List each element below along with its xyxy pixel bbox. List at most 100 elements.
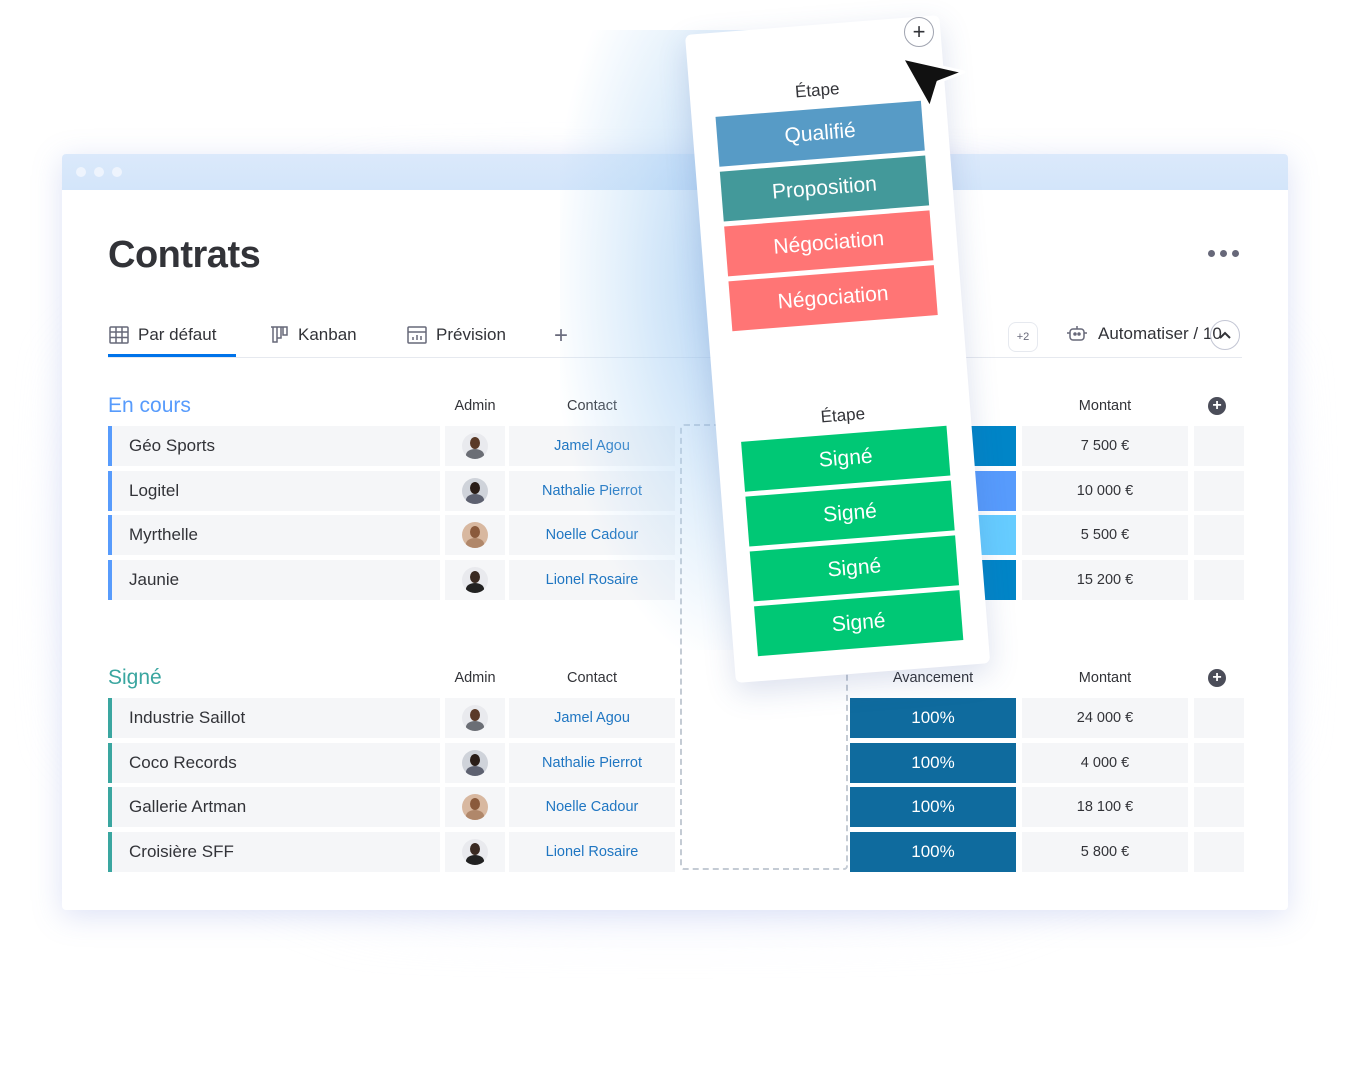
more-options-button[interactable] bbox=[1208, 250, 1239, 257]
group-title[interactable]: Signé bbox=[108, 666, 162, 690]
stage-label[interactable]: Signé bbox=[745, 480, 955, 547]
empty-cell[interactable] bbox=[1194, 787, 1244, 827]
stage-label[interactable]: Qualifié bbox=[715, 100, 925, 167]
contact-link[interactable]: Noelle Cadour bbox=[509, 787, 675, 827]
admin-cell[interactable] bbox=[445, 742, 505, 783]
empty-cell[interactable] bbox=[1194, 426, 1244, 466]
amount-cell[interactable]: 5 500 € bbox=[1022, 515, 1188, 555]
item-name-cell[interactable]: Coco Records bbox=[108, 742, 440, 783]
extra-members-badge[interactable]: +2 bbox=[1008, 322, 1038, 352]
table-row[interactable]: Géo Sports Jamel Agou 7 500 € bbox=[108, 426, 1244, 466]
amount-cell[interactable]: 4 000 € bbox=[1022, 742, 1188, 783]
amount-cell[interactable]: 5 800 € bbox=[1022, 831, 1188, 872]
table-row[interactable]: Gallerie Artman Noelle Cadour 100% 18 100 € bbox=[108, 787, 1244, 827]
progress-cell[interactable]: 100% bbox=[850, 742, 1016, 783]
avatar[interactable] bbox=[462, 705, 488, 731]
avatar[interactable] bbox=[462, 838, 488, 865]
item-name-cell[interactable]: Croisière SFF bbox=[108, 831, 440, 872]
admin-cell[interactable] bbox=[445, 787, 505, 827]
column-header-contact: Contact bbox=[567, 670, 617, 686]
amount-cell[interactable]: 18 100 € bbox=[1022, 787, 1188, 827]
amount-cell[interactable]: 15 200 € bbox=[1022, 559, 1188, 600]
avatar[interactable] bbox=[462, 566, 488, 593]
window-dot bbox=[112, 167, 122, 177]
stage-label[interactable]: Signé bbox=[749, 535, 960, 602]
item-name-cell[interactable]: Gallerie Artman bbox=[108, 787, 440, 827]
column-header-admin: Admin bbox=[454, 398, 496, 414]
amount-cell[interactable]: 7 500 € bbox=[1022, 426, 1188, 466]
contact-link[interactable]: Lionel Rosaire bbox=[509, 559, 675, 600]
avatar-head bbox=[470, 570, 480, 583]
amount-cell[interactable]: 24 000 € bbox=[1022, 698, 1188, 738]
contact-link[interactable]: Nathalie Pierrot bbox=[509, 742, 675, 783]
stage-label[interactable]: Négociation bbox=[728, 265, 938, 332]
progress-cell[interactable]: 100% bbox=[850, 698, 1016, 738]
item-name-cell[interactable]: Géo Sports bbox=[108, 426, 440, 466]
tab-label: Par défaut bbox=[138, 325, 217, 344]
avatar-head bbox=[470, 798, 480, 810]
more-horizontal-icon bbox=[1208, 250, 1215, 257]
empty-cell[interactable] bbox=[1194, 559, 1244, 600]
admin-cell[interactable] bbox=[445, 698, 505, 738]
admin-cell[interactable] bbox=[445, 515, 505, 555]
app-window: Contrats Par défaut Kanban Prévision + +… bbox=[62, 154, 1288, 910]
admin-cell[interactable] bbox=[445, 831, 505, 872]
group-title[interactable]: En cours bbox=[108, 394, 191, 418]
avatar-body bbox=[466, 854, 484, 865]
avatar-head bbox=[470, 753, 480, 766]
avatar[interactable] bbox=[462, 749, 488, 776]
add-view-button[interactable]: + bbox=[554, 322, 568, 350]
column-header-amount: Montant bbox=[1078, 398, 1132, 414]
avatar-body bbox=[466, 582, 484, 593]
contact-link[interactable]: Jamel Agou bbox=[509, 698, 675, 738]
item-name-cell[interactable]: Jaunie bbox=[108, 559, 440, 600]
tab-label: Kanban bbox=[298, 325, 357, 344]
amount-cell[interactable]: 10 000 € bbox=[1022, 470, 1188, 511]
dragged-stage-column[interactable]: Étape Qualifié Proposition Négociation Négo… bbox=[685, 14, 991, 683]
empty-cell[interactable] bbox=[1194, 831, 1244, 872]
empty-cell[interactable] bbox=[1194, 515, 1244, 555]
contact-link[interactable]: Nathalie Pierrot bbox=[509, 470, 675, 511]
add-column-icon[interactable]: + bbox=[1208, 669, 1226, 687]
stage-label[interactable]: Signé bbox=[754, 590, 964, 657]
empty-cell[interactable] bbox=[1194, 470, 1244, 511]
column-header-progress: Avancement bbox=[892, 670, 974, 686]
table-row[interactable]: Myrthelle Noelle Cadour 5 500 € bbox=[108, 515, 1244, 555]
contact-link[interactable]: Lionel Rosaire bbox=[509, 831, 675, 872]
avatar-body bbox=[466, 538, 484, 548]
empty-cell[interactable] bbox=[1194, 698, 1244, 738]
stage-label[interactable]: Négociation bbox=[724, 210, 934, 277]
progress-cell[interactable]: 100% bbox=[850, 831, 1016, 872]
tab-kanban[interactable]: Kanban bbox=[268, 324, 357, 346]
admin-cell[interactable] bbox=[445, 426, 505, 466]
kanban-icon bbox=[271, 326, 288, 343]
avatar[interactable] bbox=[462, 477, 488, 504]
item-name-cell[interactable]: Industrie Saillot bbox=[108, 698, 440, 738]
tab-prevision[interactable]: Prévision bbox=[406, 324, 506, 346]
table-row[interactable]: Croisière SFF Lionel Rosaire 100% 5 800 € bbox=[108, 831, 1244, 872]
admin-cell[interactable] bbox=[445, 559, 505, 600]
item-name-cell[interactable]: Logitel bbox=[108, 470, 440, 511]
contact-link[interactable]: Noelle Cadour bbox=[509, 515, 675, 555]
avatar[interactable] bbox=[462, 433, 488, 459]
robot-icon bbox=[1067, 326, 1087, 341]
page-title: Contrats bbox=[108, 234, 261, 276]
automate-button[interactable]: Automatiser / 10 bbox=[1066, 324, 1222, 344]
tab-par-defaut[interactable]: Par défaut bbox=[108, 324, 237, 357]
table-row[interactable]: Jaunie Lionel Rosaire 15 200 € bbox=[108, 559, 1244, 600]
add-column-cursor-button[interactable]: + bbox=[904, 17, 934, 47]
avatar[interactable] bbox=[462, 794, 488, 820]
admin-cell[interactable] bbox=[445, 470, 505, 511]
stage-label[interactable]: Signé bbox=[741, 425, 951, 492]
stage-label[interactable]: Proposition bbox=[719, 155, 930, 222]
avatar[interactable] bbox=[462, 522, 488, 548]
add-column-icon[interactable]: + bbox=[1208, 397, 1226, 415]
table-row[interactable]: Industrie Saillot Jamel Agou 100% 24 000 € bbox=[108, 698, 1244, 738]
progress-cell[interactable]: 100% bbox=[850, 787, 1016, 827]
item-name-cell[interactable]: Myrthelle bbox=[108, 515, 440, 555]
table-row[interactable]: Coco Records Nathalie Pierrot 100% 4 000 € bbox=[108, 742, 1244, 783]
contact-link[interactable]: Jamel Agou bbox=[509, 426, 675, 466]
empty-cell[interactable] bbox=[1194, 742, 1244, 783]
table-row[interactable]: Logitel Nathalie Pierrot 10 000 € bbox=[108, 470, 1244, 511]
collapse-button[interactable] bbox=[1210, 320, 1240, 350]
